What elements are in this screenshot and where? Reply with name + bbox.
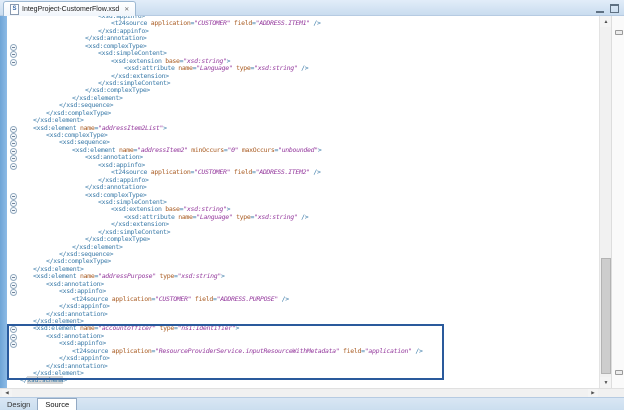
code-line[interactable]: </xsd:complexType> <box>0 258 599 265</box>
vertical-scrollbar[interactable]: ▲ ▼ <box>599 16 611 388</box>
window-controls <box>596 4 619 13</box>
code-line[interactable]: </xsd:complexType> <box>0 110 599 117</box>
code-line[interactable]: <xsd:complexType> <box>0 43 599 50</box>
tab-design[interactable]: Design <box>0 398 37 410</box>
scroll-left-icon: ◀ <box>5 390 8 396</box>
editor-tab[interactable]: S IntegProject-CustomerFlow.xsd ✕ <box>3 1 136 16</box>
code-line[interactable]: </xsd:annotation> <box>0 363 599 370</box>
scroll-right-icon: ▶ <box>591 390 594 396</box>
code-line[interactable]: <xsd:attribute name="Language" type="xsd… <box>0 65 599 72</box>
code-line[interactable]: </xsd:extension> <box>0 221 599 228</box>
tab-title: IntegProject-CustomerFlow.xsd <box>22 6 119 13</box>
code-line[interactable]: <xsd:complexType> <box>0 192 599 199</box>
xml-editor-window: S IntegProject-CustomerFlow.xsd ✕ <xsd:a… <box>0 0 624 410</box>
horizontal-scrollbar[interactable]: ◀ ▶ <box>0 388 624 397</box>
code-line[interactable]: <t24source application="CUSTOMER" field=… <box>0 169 599 176</box>
scroll-up-icon: ▲ <box>604 19 609 25</box>
close-icon[interactable]: ✕ <box>124 6 129 13</box>
xsd-file-icon: S <box>10 4 19 15</box>
editor-tab-bar: S IntegProject-CustomerFlow.xsd ✕ <box>0 0 624 16</box>
code-line[interactable]: <xsd:simpleContent> <box>0 50 599 57</box>
code-line[interactable]: <xsd:simpleContent> <box>0 199 599 206</box>
code-line[interactable]: </xsd:element> <box>0 370 599 377</box>
tab-source[interactable]: Source <box>37 398 77 410</box>
minimize-icon[interactable] <box>596 4 604 13</box>
annotation-marker[interactable] <box>615 30 623 35</box>
overview-ruler <box>611 16 624 388</box>
code-line[interactable]: </xsd:annotation> <box>0 311 599 318</box>
scrollbar-thumb[interactable] <box>601 258 611 374</box>
code-line[interactable]: </xsd:schema> <box>0 377 599 384</box>
code-area[interactable]: <xsd:appinfo><t24source application="CUS… <box>0 16 599 385</box>
scroll-down-icon: ▼ <box>604 380 609 386</box>
scroll-right-button[interactable]: ▶ <box>588 389 598 397</box>
code-line[interactable]: <t24source application="CUSTOMER" field=… <box>0 20 599 27</box>
code-line[interactable]: <xsd:attribute name="Language" type="xsd… <box>0 214 599 221</box>
editor-area[interactable]: <xsd:appinfo><t24source application="CUS… <box>0 16 599 388</box>
code-line[interactable]: <xsd:annotation> <box>0 154 599 161</box>
scroll-left-button[interactable]: ◀ <box>2 389 12 397</box>
maximize-icon[interactable] <box>610 4 619 13</box>
annotation-marker[interactable] <box>615 370 623 375</box>
code-line[interactable]: </xsd:extension> <box>0 73 599 80</box>
bottom-tab-bar: Design Source <box>0 397 624 410</box>
